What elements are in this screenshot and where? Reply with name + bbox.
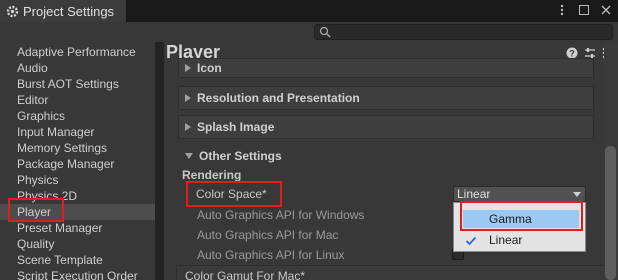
- color-space-highlight-box: [186, 181, 282, 207]
- auto-graphics-windows-label: Auto Graphics API for Windows: [197, 208, 365, 222]
- gamma-highlight-box: [460, 201, 583, 231]
- color-gamut-label: Color Gamut For Mac*: [185, 269, 306, 280]
- sidebar-item-input-manager[interactable]: Input Manager: [0, 124, 155, 140]
- sidebar-item-audio[interactable]: Audio: [0, 60, 155, 76]
- section-label: Splash Image: [197, 120, 275, 134]
- section-label: Resolution and Presentation: [197, 91, 360, 105]
- checkmark-icon: [465, 234, 477, 246]
- search-icon: [319, 26, 331, 38]
- chevron-right-icon: [185, 123, 191, 131]
- sidebar-item-editor[interactable]: Editor: [0, 92, 155, 108]
- svg-text:?: ?: [569, 49, 575, 59]
- player-highlight-box: [8, 198, 64, 222]
- section-resolution[interactable]: Resolution and Presentation: [178, 86, 594, 110]
- sidebar-item-preset-manager[interactable]: Preset Manager: [0, 220, 155, 236]
- player-settings-panel: Player ? Icon Resolution and Presentatio…: [164, 42, 618, 280]
- scrollbar-thumb[interactable]: [605, 146, 616, 280]
- more-options-icon[interactable]: [554, 2, 570, 18]
- option-linear-label: Linear: [489, 233, 523, 247]
- window-title: Project Settings: [23, 3, 115, 19]
- section-label: Other Settings: [199, 149, 282, 163]
- chevron-right-icon: [185, 64, 191, 72]
- chevron-down-icon: [573, 192, 581, 197]
- rendering-heading: Rendering: [182, 168, 242, 182]
- sidebar-item-physics[interactable]: Physics: [0, 172, 155, 188]
- section-label: Icon: [197, 61, 222, 75]
- panel-divider[interactable]: [155, 42, 164, 280]
- section-splash[interactable]: Splash Image: [178, 115, 594, 139]
- sidebar-item-quality[interactable]: Quality: [0, 236, 155, 252]
- auto-graphics-linux-label: Auto Graphics API for Linux: [197, 248, 345, 262]
- maximize-icon[interactable]: [576, 2, 592, 18]
- sidebar-item-memory-settings[interactable]: Memory Settings: [0, 140, 155, 156]
- color-space-value: Linear: [457, 187, 491, 201]
- sidebar-item-scene-template[interactable]: Scene Template: [0, 252, 155, 268]
- auto-graphics-mac-label: Auto Graphics API for Mac: [197, 228, 339, 242]
- toolbar: [0, 22, 618, 42]
- sidebar-item-adaptive-performance[interactable]: Adaptive Performance: [0, 44, 155, 60]
- section-icon[interactable]: Icon: [178, 58, 594, 78]
- chevron-down-icon: [185, 153, 193, 159]
- sidebar-item-package-manager[interactable]: Package Manager: [0, 156, 155, 172]
- chevron-right-icon: [185, 94, 191, 102]
- window-tab[interactable]: Project Settings: [0, 0, 126, 22]
- search-input[interactable]: [314, 24, 613, 40]
- gear-icon: [6, 5, 19, 18]
- color-space-dropdown[interactable]: Linear: [453, 186, 586, 202]
- sidebar-item-burst-aot-settings[interactable]: Burst AOT Settings: [0, 76, 155, 92]
- sidebar-item-graphics[interactable]: Graphics: [0, 108, 155, 124]
- section-other[interactable]: Other Settings: [178, 144, 594, 168]
- settings-sidebar: Adaptive Performance Audio Burst AOT Set…: [0, 42, 155, 280]
- color-gamut-row[interactable]: Color Gamut For Mac*: [176, 265, 606, 280]
- option-linear[interactable]: Linear: [454, 231, 570, 249]
- close-icon[interactable]: [598, 2, 614, 18]
- sidebar-item-script-execution-order[interactable]: Script Execution Order: [0, 268, 155, 280]
- title-bar: Project Settings: [0, 0, 618, 22]
